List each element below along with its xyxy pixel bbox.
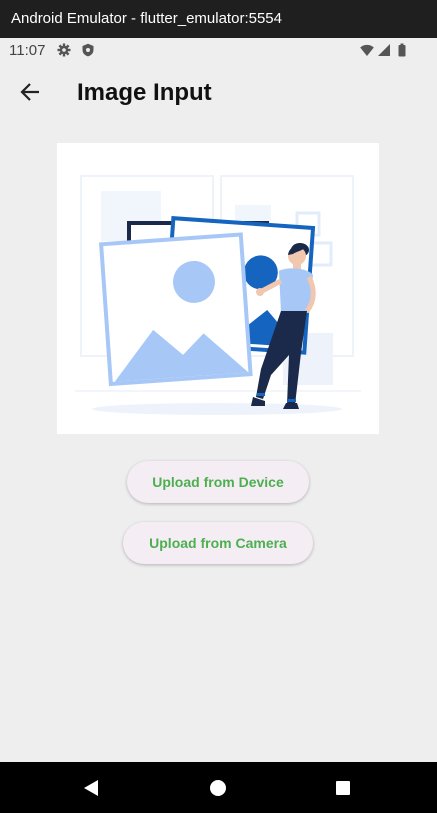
status-time: 11:07: [9, 42, 46, 59]
app-bar: Image Input: [0, 62, 437, 124]
image-upload-illustration: [57, 143, 379, 434]
gear-icon: [57, 43, 71, 57]
status-bar: 11:07: [0, 38, 437, 62]
device-screen: 11:07 Image Input Upload from Device Upl…: [0, 38, 437, 813]
window-title: Android Emulator - flutter_emulator:5554: [11, 10, 282, 27]
upload-from-camera-button[interactable]: Upload from Camera: [123, 522, 313, 564]
home-circle-icon: [210, 780, 226, 796]
wifi-icon: [360, 44, 374, 56]
battery-icon: [398, 43, 406, 57]
nav-back-button[interactable]: [77, 774, 105, 802]
upload-from-device-label: Upload from Device: [152, 474, 284, 490]
signal-icon: [378, 44, 390, 56]
back-button[interactable]: [14, 76, 46, 108]
page-title: Image Input: [77, 79, 212, 106]
illustration-graphic: [75, 175, 361, 415]
back-triangle-icon: [84, 780, 98, 796]
nav-home-button[interactable]: [204, 774, 232, 802]
nav-recents-button[interactable]: [329, 774, 357, 802]
upload-from-camera-label: Upload from Camera: [149, 535, 287, 551]
shield-icon: [82, 43, 94, 57]
window-titlebar: Android Emulator - flutter_emulator:5554: [0, 0, 437, 38]
upload-from-device-button[interactable]: Upload from Device: [127, 461, 309, 503]
arrow-left-icon: [20, 83, 39, 101]
recents-square-icon: [336, 781, 350, 795]
android-nav-bar: [0, 762, 437, 813]
